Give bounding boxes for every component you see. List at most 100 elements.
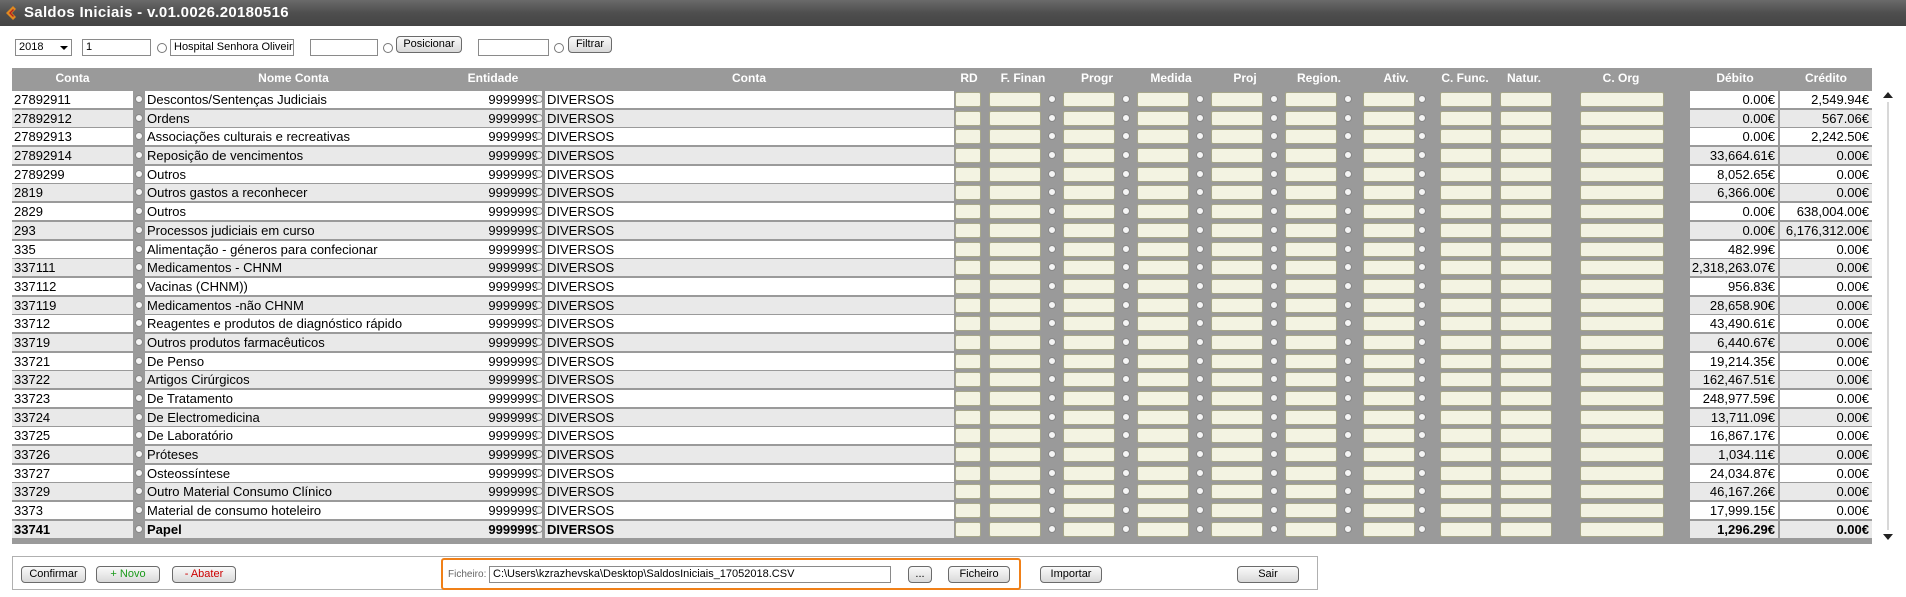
cell-conta-nome[interactable]: DIVERSOS bbox=[545, 408, 954, 426]
classification-field[interactable] bbox=[955, 222, 981, 238]
col-header-progr[interactable]: Progr bbox=[1062, 68, 1132, 88]
classification-field[interactable] bbox=[1285, 278, 1337, 294]
classification-field[interactable] bbox=[1285, 316, 1337, 332]
classification-field[interactable] bbox=[1500, 465, 1552, 481]
classification-field[interactable] bbox=[1363, 428, 1415, 444]
lookup-dot[interactable] bbox=[1418, 468, 1426, 477]
table-row[interactable]: 33729 Outro Material Consumo Clínico 99999… bbox=[12, 482, 1872, 501]
cell-debito[interactable]: 46,167.26€ bbox=[1690, 483, 1778, 501]
lookup-dot[interactable] bbox=[1418, 356, 1426, 365]
classification-field[interactable] bbox=[1137, 372, 1189, 388]
table-row[interactable]: 27892913 Associações culturais e recreati… bbox=[12, 127, 1872, 146]
lookup-dot[interactable] bbox=[1048, 207, 1056, 216]
classification-field[interactable] bbox=[989, 409, 1041, 425]
classification-field[interactable] bbox=[1285, 391, 1337, 406]
classification-field[interactable] bbox=[1211, 129, 1263, 145]
cell-entidade[interactable]: 9999999 bbox=[442, 520, 542, 538]
lookup-dot[interactable] bbox=[1048, 394, 1056, 402]
lookup-dot[interactable] bbox=[1270, 506, 1278, 515]
classification-field[interactable] bbox=[955, 92, 981, 107]
classification-field[interactable] bbox=[1363, 241, 1415, 257]
classification-field[interactable] bbox=[955, 409, 981, 425]
lookup-dot[interactable] bbox=[1418, 375, 1426, 384]
cell-conta-nome[interactable]: DIVERSOS bbox=[545, 333, 954, 351]
classification-field[interactable] bbox=[1211, 503, 1263, 519]
classification-field[interactable] bbox=[1500, 316, 1552, 332]
classification-field[interactable] bbox=[1137, 185, 1189, 201]
classification-field[interactable] bbox=[1500, 391, 1552, 406]
lookup-dot[interactable] bbox=[135, 207, 143, 216]
classification-field[interactable] bbox=[1500, 241, 1552, 257]
classification-field[interactable] bbox=[955, 110, 981, 126]
lookup-dot[interactable] bbox=[1270, 524, 1278, 533]
cell-debito[interactable]: 0.00€ bbox=[1690, 109, 1778, 127]
entity-name-field[interactable]: Hospital Senhora Oliveira bbox=[170, 39, 294, 56]
lookup-dot[interactable] bbox=[1270, 337, 1278, 346]
classification-field[interactable] bbox=[1211, 316, 1263, 332]
lookup-dot[interactable] bbox=[135, 113, 143, 122]
cell-entidade[interactable]: 9999999 bbox=[442, 203, 542, 221]
lookup-dot[interactable] bbox=[1122, 188, 1130, 197]
col-header-debito[interactable]: Débito bbox=[1690, 68, 1780, 88]
lookup-dot[interactable] bbox=[1122, 431, 1130, 440]
lookup-dot[interactable] bbox=[535, 394, 543, 402]
cell-conta-nome[interactable]: DIVERSOS bbox=[545, 221, 954, 239]
cell-conta[interactable]: 33721 bbox=[12, 352, 133, 370]
lookup-dot[interactable] bbox=[1048, 450, 1056, 459]
cell-debito[interactable]: 956.83€ bbox=[1690, 277, 1778, 295]
cell-credito[interactable]: 0.00€ bbox=[1780, 446, 1872, 464]
lookup-dot[interactable] bbox=[1418, 151, 1426, 160]
lookup-dot[interactable] bbox=[1344, 394, 1352, 402]
cell-conta[interactable]: 337111 bbox=[12, 259, 133, 277]
classification-field[interactable] bbox=[1211, 92, 1263, 107]
classification-field[interactable] bbox=[1580, 222, 1664, 238]
classification-field[interactable] bbox=[955, 204, 981, 220]
cell-entidade[interactable]: 9999999 bbox=[442, 165, 542, 183]
classification-field[interactable] bbox=[1137, 447, 1189, 463]
classification-field[interactable] bbox=[1285, 484, 1337, 500]
classification-field[interactable] bbox=[1580, 447, 1664, 463]
cell-conta[interactable]: 337112 bbox=[12, 277, 133, 295]
lookup-dot[interactable] bbox=[1048, 95, 1056, 103]
cell-nome-conta[interactable]: Artigos Cirúrgicos bbox=[145, 371, 442, 389]
cell-credito[interactable]: 0.00€ bbox=[1780, 371, 1872, 389]
lookup-dot[interactable] bbox=[1418, 207, 1426, 216]
lookup-dot[interactable] bbox=[1418, 263, 1426, 272]
cell-conta[interactable]: 33729 bbox=[12, 483, 133, 501]
col-header-conta[interactable]: Conta bbox=[12, 68, 133, 88]
table-row[interactable]: 33719 Outros produtos farmacêuticos 999999… bbox=[12, 333, 1872, 352]
classification-field[interactable] bbox=[1440, 484, 1492, 500]
lookup-dot[interactable] bbox=[1418, 524, 1426, 533]
cell-conta[interactable]: 335 bbox=[12, 240, 133, 258]
lookup-dot[interactable] bbox=[1270, 169, 1278, 178]
cell-credito[interactable]: 0.00€ bbox=[1780, 390, 1872, 407]
cell-entidade[interactable]: 9999999 bbox=[442, 371, 542, 389]
lookup-dot[interactable] bbox=[1344, 487, 1352, 496]
classification-field[interactable] bbox=[1137, 260, 1189, 276]
cell-conta-nome[interactable]: DIVERSOS bbox=[545, 147, 954, 165]
classification-field[interactable] bbox=[1211, 278, 1263, 294]
classification-field[interactable] bbox=[989, 278, 1041, 294]
lookup-dot[interactable] bbox=[1418, 113, 1426, 122]
lookup-dot[interactable] bbox=[1418, 300, 1426, 309]
classification-field[interactable] bbox=[989, 503, 1041, 519]
lookup-dot[interactable] bbox=[1344, 113, 1352, 122]
classification-field[interactable] bbox=[1137, 391, 1189, 406]
classification-field[interactable] bbox=[1440, 148, 1492, 164]
classification-field[interactable] bbox=[955, 503, 981, 519]
cell-conta-nome[interactable]: DIVERSOS bbox=[545, 259, 954, 277]
classification-field[interactable] bbox=[1363, 204, 1415, 220]
cell-conta[interactable]: 27892912 bbox=[12, 109, 133, 127]
lookup-dot[interactable] bbox=[135, 337, 143, 346]
lookup-dot[interactable] bbox=[1418, 394, 1426, 402]
classification-field[interactable] bbox=[1500, 297, 1552, 313]
lookup-dot[interactable] bbox=[1048, 169, 1056, 178]
lookup-dot[interactable] bbox=[1196, 300, 1204, 309]
classification-field[interactable] bbox=[1580, 110, 1664, 126]
classification-field[interactable] bbox=[1211, 391, 1263, 406]
cell-nome-conta[interactable]: Alimentação - géneros para confecionar bbox=[145, 240, 442, 258]
lookup-dot[interactable] bbox=[1122, 300, 1130, 309]
lookup-dot[interactable] bbox=[135, 524, 143, 533]
cell-credito[interactable]: 2,242.50€ bbox=[1780, 128, 1872, 146]
cell-credito[interactable]: 0.00€ bbox=[1780, 147, 1872, 165]
